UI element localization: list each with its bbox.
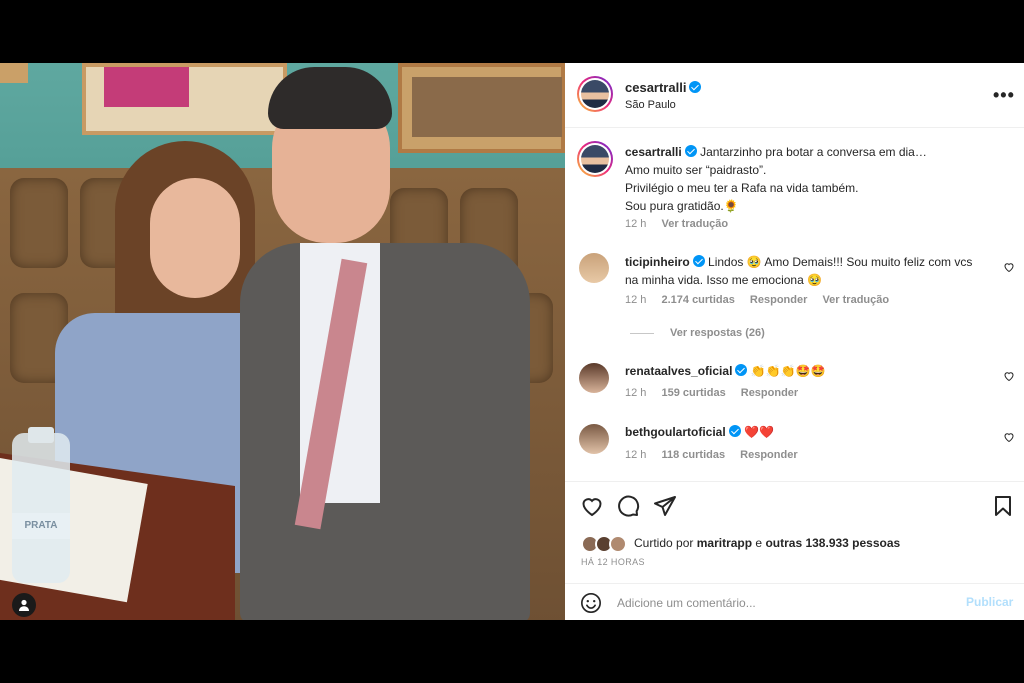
liked-by-middle: e [755, 536, 763, 550]
post-modal: PRATA cesartralli São Paulo ••• cesartra… [0, 63, 1024, 620]
save-bookmark-icon[interactable] [991, 494, 1015, 518]
comment-avatar-ticipinheiro[interactable] [579, 253, 609, 283]
liked-by-avatar[interactable] [609, 535, 627, 553]
comment-like-heart-icon[interactable] [1003, 431, 1015, 443]
emoji-icon[interactable] [580, 592, 602, 614]
post-location[interactable]: São Paulo [625, 99, 676, 111]
comment-meta: 12 h 118 curtidas Responder [625, 449, 810, 461]
comment-time: 12 h [625, 449, 647, 461]
comment-time: 12 h [625, 294, 647, 306]
comment-meta: 12 h 159 curtidas Responder [625, 387, 810, 399]
add-comment-bar: Publicar [565, 583, 1024, 620]
liked-by-user[interactable]: maritrapp [697, 536, 752, 550]
verified-icon [692, 255, 705, 267]
post-header: cesartralli São Paulo ••• [565, 63, 1024, 128]
caption-username[interactable]: cesartralli [625, 145, 682, 159]
verified-icon [728, 425, 741, 437]
comment-text-line-1: Lindos 🥹 Amo Demais!!! Sou muito feliz c… [708, 255, 973, 269]
caption-line-2: Amo muito ser “paidrasto”. [625, 163, 767, 177]
liked-by-prefix: Curtido por [634, 536, 694, 550]
post-timestamp[interactable]: HÁ 12 HORAS [581, 557, 645, 567]
comment-text: 👏👏👏🤩🤩 [750, 364, 826, 378]
verified-icon [735, 364, 748, 376]
comment-avatar-renataalves[interactable] [579, 363, 609, 393]
comment-time: 12 h [625, 387, 647, 399]
comment-reply-link[interactable]: Responder [741, 387, 798, 399]
comment-like-heart-icon[interactable] [1003, 370, 1015, 382]
liked-by-text: Curtido por maritrapp e outras 138.933 p… [634, 536, 900, 550]
photo-frame-left [0, 63, 28, 83]
comment-username[interactable]: ticipinheiro [625, 255, 690, 269]
publish-button[interactable]: Publicar [966, 595, 1013, 609]
caption-text: cesartralli Jantarzinho pra botar a conv… [625, 143, 1005, 215]
comment-username[interactable]: renataalves_oficial [625, 364, 732, 378]
photo-painting-left [82, 63, 287, 135]
comment-avatar-bethgoulart[interactable] [579, 424, 609, 454]
caption-line-3: Privilégio o meu ter a Rafa na vida tamb… [625, 181, 859, 195]
comment-likes-count[interactable]: 118 curtidas [661, 449, 725, 461]
caption-line-1: Jantarzinho pra botar a conversa em dia… [700, 145, 927, 159]
photo-person-man-suit [240, 243, 530, 620]
comment-reply-link[interactable]: Responder [740, 449, 797, 461]
comment-bubble-icon[interactable] [616, 494, 640, 518]
comment-text: ❤️❤️ [744, 425, 774, 439]
comment-text-line-2: na minha vida. Isso me emociona 🥹 [625, 273, 823, 287]
verified-icon [689, 81, 702, 93]
add-comment-input[interactable] [617, 593, 947, 613]
photo-person-man-hair [268, 67, 392, 129]
comment-meta: 12 h 2.174 curtidas Responder Ver traduç… [625, 294, 901, 306]
tagged-users-icon[interactable] [12, 593, 36, 617]
photo-painting-right [398, 63, 565, 153]
comment-reply-link[interactable]: Responder [750, 294, 807, 306]
comment-translate-link[interactable]: Ver tradução [822, 294, 889, 306]
replies-divider [630, 332, 654, 334]
author-avatar[interactable] [577, 76, 613, 112]
more-options-icon[interactable]: ••• [993, 85, 1015, 106]
bottle-label: PRATA [12, 513, 70, 539]
share-paper-plane-icon[interactable] [653, 494, 677, 518]
post-photo[interactable]: PRATA [0, 63, 565, 620]
action-bar [565, 481, 1024, 529]
comment-likes-count[interactable]: 159 curtidas [661, 387, 725, 399]
liked-by-others[interactable]: outras 138.933 pessoas [765, 536, 900, 550]
caption-line-4: Sou pura gratidão.🌻 [625, 199, 739, 213]
view-replies-label: Ver respostas (26) [670, 327, 765, 339]
comment-ticipinheiro: ticipinheiro Lindos 🥹 Amo Demais!!! Sou … [625, 253, 1005, 289]
view-replies-link[interactable]: Ver respostas (26) [630, 327, 765, 339]
caption-translate-link[interactable]: Ver tradução [661, 218, 728, 230]
author-username[interactable]: cesartralli [625, 80, 686, 95]
caption-meta: 12 h Ver tradução [625, 218, 740, 230]
like-heart-icon[interactable] [580, 494, 604, 518]
photo-person-girl-face [150, 178, 240, 298]
verified-icon [684, 145, 697, 157]
comment-renataalves: renataalves_oficial 👏👏👏🤩🤩 [625, 362, 1005, 380]
caption-avatar[interactable] [577, 141, 613, 177]
comment-bethgoulart: bethgoulartoficial ❤️❤️ [625, 423, 1005, 441]
post-side-panel: cesartralli São Paulo ••• cesartralli Ja… [565, 63, 1024, 620]
caption-time: 12 h [625, 218, 647, 230]
comment-likes-count[interactable]: 2.174 curtidas [661, 294, 734, 306]
photo-water-bottle: PRATA [12, 427, 70, 583]
comment-username[interactable]: bethgoulartoficial [625, 425, 726, 439]
comment-like-heart-icon[interactable] [1003, 261, 1015, 273]
